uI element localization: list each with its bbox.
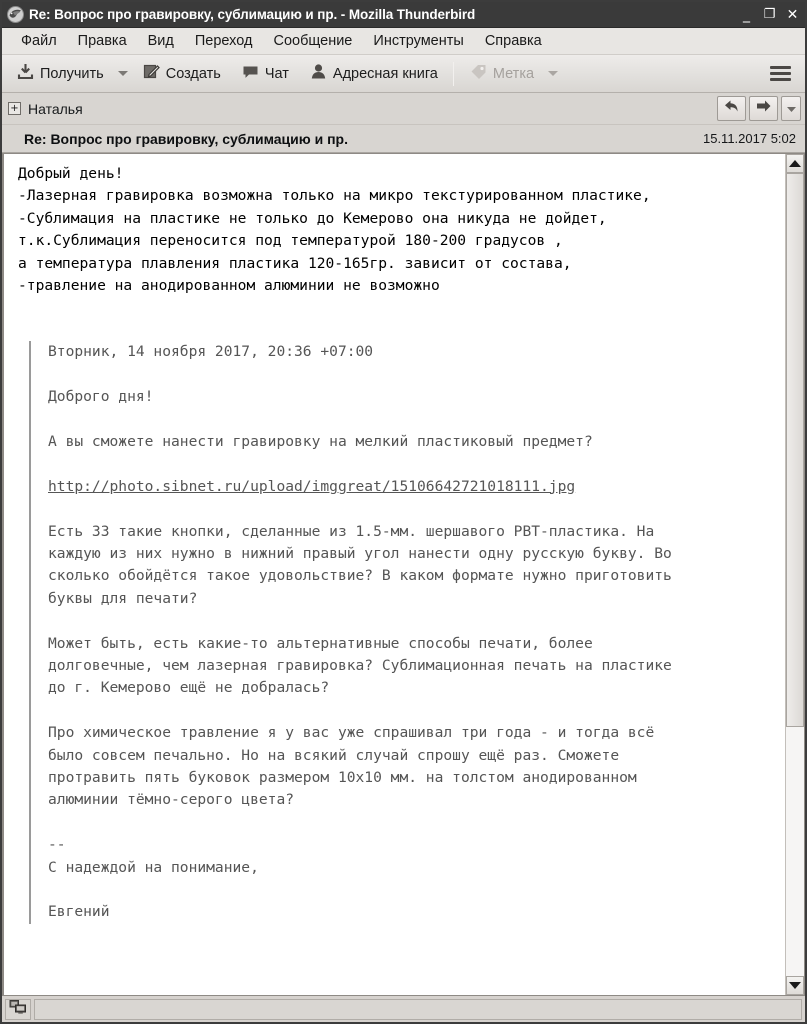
quote-signature-separator: -- bbox=[48, 836, 66, 854]
quote-spacer bbox=[48, 364, 775, 386]
message-sender: Наталья bbox=[28, 100, 83, 117]
message-subject: Re: Вопрос про гравировку, сублимацию и … bbox=[24, 130, 349, 147]
quote-spacer bbox=[48, 812, 775, 834]
status-message-field bbox=[34, 998, 802, 1020]
quote-date-line: Вторник, 14 ноября 2017, 20:36 +07:00 bbox=[48, 343, 374, 361]
quote-spacer bbox=[48, 610, 775, 632]
vertical-scrollbar[interactable] bbox=[785, 154, 804, 995]
more-actions-button[interactable] bbox=[781, 96, 801, 121]
chat-label: Чат bbox=[264, 65, 289, 82]
address-book-button[interactable]: Адресная книга bbox=[303, 59, 444, 88]
message-action-buttons bbox=[717, 96, 801, 121]
reply-button[interactable] bbox=[717, 96, 746, 121]
get-messages-dropdown-icon[interactable] bbox=[117, 71, 128, 76]
menu-file[interactable]: Файл bbox=[11, 31, 68, 51]
quote-signature-line: С надеждой на понимание, bbox=[48, 858, 259, 876]
quote-spacer bbox=[48, 879, 775, 901]
menu-bar: Файл Правка Вид Переход Сообщение Инстру… bbox=[2, 28, 805, 55]
scroll-up-arrow-icon bbox=[789, 160, 801, 167]
main-toolbar: Получить Создать Чат Адресная книга Метк… bbox=[2, 55, 805, 93]
tag-dropdown-icon[interactable] bbox=[548, 71, 559, 76]
network-computers-icon bbox=[9, 999, 27, 1020]
menu-go[interactable]: Переход bbox=[185, 31, 264, 51]
get-messages-label: Получить bbox=[40, 65, 104, 82]
address-book-label: Адресная книга bbox=[332, 65, 438, 82]
connection-status-button[interactable] bbox=[5, 998, 31, 1020]
quote-spacer bbox=[48, 409, 775, 431]
write-button[interactable]: Создать bbox=[136, 59, 227, 88]
menu-edit[interactable]: Правка bbox=[68, 31, 138, 51]
title-bar: Re: Вопрос про гравировку, сублимацию и … bbox=[2, 2, 805, 28]
header-expand-button[interactable]: + bbox=[8, 102, 21, 115]
tag-label: Метка bbox=[492, 65, 535, 82]
quote-paragraph-3: Может быть, есть какие-то альтернативные… bbox=[48, 634, 672, 697]
chevron-down-icon bbox=[786, 100, 797, 118]
scroll-down-button[interactable] bbox=[786, 976, 804, 995]
quote-greeting: Доброго дня! bbox=[48, 388, 154, 406]
tag-icon bbox=[469, 62, 488, 85]
hamburger-menu-icon[interactable] bbox=[764, 62, 797, 85]
menu-message[interactable]: Сообщение bbox=[263, 31, 363, 51]
maximize-button[interactable]: ❐ bbox=[759, 4, 780, 25]
menu-view[interactable]: Вид bbox=[138, 31, 185, 51]
menu-tools[interactable]: Инструменты bbox=[363, 31, 474, 51]
reply-arrow-icon bbox=[723, 98, 740, 119]
quote-paragraph-2: Есть 33 такие кнопки, сделанные из 1.5-м… bbox=[48, 522, 672, 607]
get-messages-button[interactable]: Получить bbox=[10, 59, 110, 88]
menu-help[interactable]: Справка bbox=[475, 31, 553, 51]
close-button[interactable]: ✕ bbox=[782, 4, 803, 25]
download-inbox-icon bbox=[16, 62, 35, 85]
message-date: 15.11.2017 5:02 bbox=[702, 131, 796, 146]
quote-spacer bbox=[48, 700, 775, 722]
scroll-down-arrow-icon bbox=[789, 982, 801, 989]
message-header-subject-row: Re: Вопрос про гравировку, сублимацию и … bbox=[2, 124, 805, 152]
quote-paragraph-4: Про химическое травление я у вас уже спр… bbox=[48, 724, 655, 809]
quote-image-link[interactable]: http://photo.sibnet.ru/upload/imggreat/1… bbox=[48, 478, 575, 495]
compose-pencil-icon bbox=[142, 62, 161, 85]
toolbar-separator bbox=[452, 61, 454, 86]
quote-signature-name: Евгений bbox=[48, 903, 110, 921]
message-body-pane: Добрый день! -Лазерная гравировка возмож… bbox=[2, 153, 805, 996]
minimize-button[interactable]: _ bbox=[736, 4, 757, 25]
scroll-up-button[interactable] bbox=[786, 154, 804, 173]
reply-text: Добрый день! -Лазерная гравировка возмож… bbox=[18, 165, 651, 295]
quoted-message: Вторник, 14 ноября 2017, 20:36 +07:00 До… bbox=[29, 341, 775, 924]
quote-spacer bbox=[48, 498, 775, 520]
quote-paragraph-1: А вы сможете нанести гравировку на мелки… bbox=[48, 433, 593, 451]
thunderbird-icon bbox=[7, 6, 24, 23]
person-icon bbox=[309, 62, 328, 85]
scrollbar-thumb[interactable] bbox=[786, 173, 804, 728]
thunderbird-window: Re: Вопрос про гравировку, сублимацию и … bbox=[0, 0, 807, 1024]
forward-button[interactable] bbox=[749, 96, 778, 121]
window-controls: _ ❐ ✕ bbox=[736, 4, 803, 25]
forward-arrow-icon bbox=[755, 98, 772, 119]
message-body-content: Добрый день! -Лазерная гравировка возмож… bbox=[4, 154, 785, 995]
quote-spacer bbox=[48, 453, 775, 475]
message-header: + Наталья Re: Вопрос про гравировку, суб… bbox=[2, 93, 805, 153]
tag-button[interactable]: Метка bbox=[463, 59, 540, 88]
status-bar bbox=[2, 996, 805, 1022]
message-header-top-row: + Наталья bbox=[2, 93, 805, 124]
scrollbar-track[interactable] bbox=[786, 173, 804, 976]
chat-bubble-icon bbox=[241, 62, 260, 85]
chat-button[interactable]: Чат bbox=[235, 59, 295, 88]
window-title: Re: Вопрос про гравировку, сублимацию и … bbox=[29, 7, 476, 22]
write-label: Создать bbox=[165, 65, 221, 82]
